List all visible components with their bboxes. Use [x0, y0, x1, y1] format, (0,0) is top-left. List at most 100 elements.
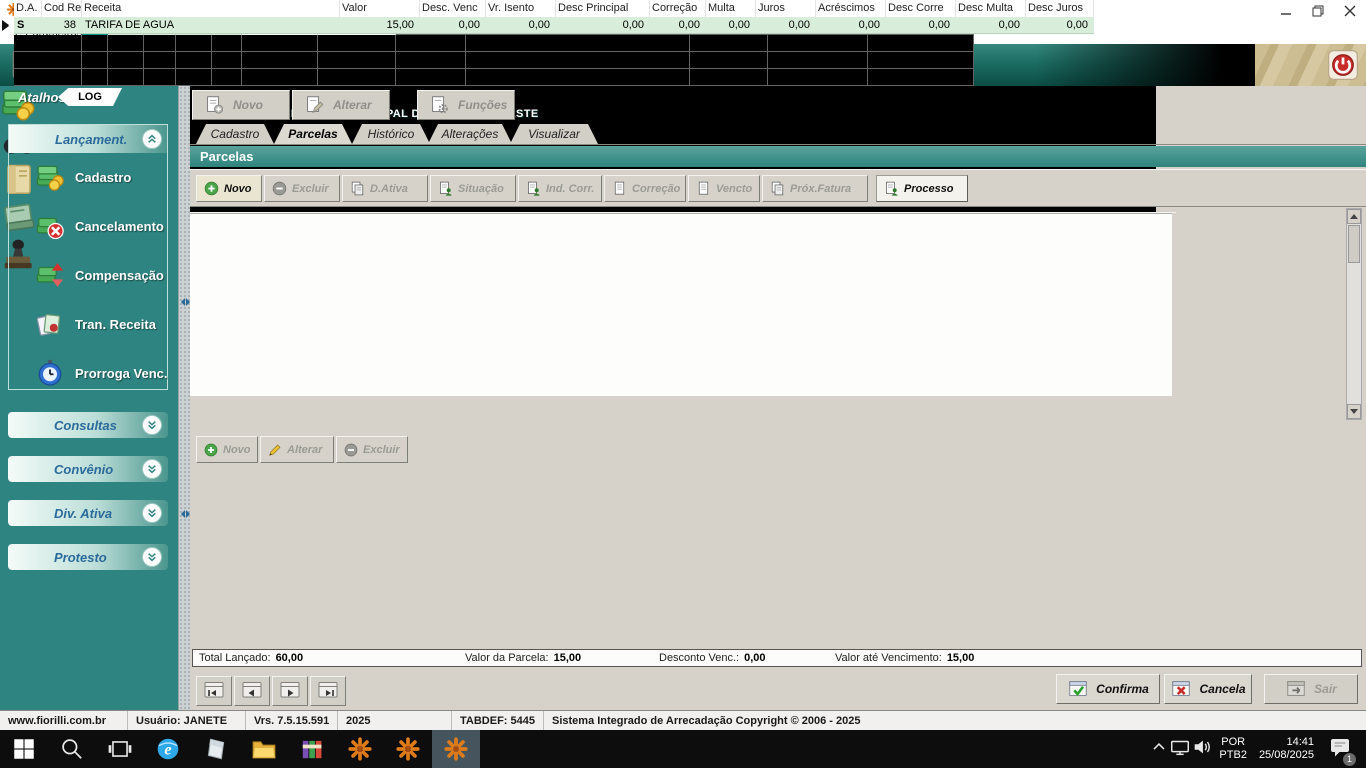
tab-cadastro[interactable]: Cadastro: [196, 124, 274, 144]
novo-button[interactable]: Novo: [192, 90, 290, 120]
parcelas-vencto-button[interactable]: Vencto: [688, 175, 760, 202]
fun-es-button[interactable]: Funções: [417, 90, 515, 120]
grid-cell-empty: [318, 52, 396, 69]
grid-scrollbar[interactable]: [1346, 208, 1362, 420]
fiorilli-app-icon-2[interactable]: [384, 730, 432, 768]
internet-explorer-icon-glyph: e: [155, 736, 181, 762]
section-expand-button[interactable]: [142, 503, 162, 523]
grid-cell-empty: [768, 52, 868, 69]
sidebar-item-cadastro[interactable]: Cadastro: [9, 154, 167, 200]
speaker-icon[interactable]: [1191, 736, 1213, 763]
fiorilli-app-icon-3[interactable]: [432, 730, 480, 768]
sidebar-item-cancelamento[interactable]: Cancelamento: [9, 203, 167, 249]
section-expand-button[interactable]: [142, 547, 162, 567]
fiorilli-app-icon-2-glyph: [395, 736, 421, 762]
internet-explorer-icon[interactable]: e: [144, 730, 192, 768]
receitas-novo-button[interactable]: Novo: [196, 436, 258, 463]
sair-button[interactable]: Sair: [1264, 674, 1358, 704]
grid-cell: 0,00: [420, 17, 486, 34]
sidebar-item-prorroga-venc-[interactable]: Prorroga Venc.: [9, 350, 167, 396]
grid-cell-empty: [82, 35, 108, 52]
app-glass-icon[interactable]: [192, 730, 240, 768]
parcelas-corre-o-button[interactable]: Correção: [604, 175, 686, 202]
network-icon[interactable]: [1169, 736, 1191, 763]
section-expand-button[interactable]: [142, 459, 162, 479]
tab-parcelas[interactable]: Parcelas: [274, 124, 352, 144]
clock[interactable]: 14:4125/08/2025: [1259, 736, 1314, 762]
minus-circle-icon: [271, 180, 288, 197]
nav-first-button[interactable]: [196, 676, 232, 706]
fiorilli-app-icon-1[interactable]: [336, 730, 384, 768]
sidebar-splitter[interactable]: [178, 86, 190, 710]
button-label: Processo: [904, 183, 954, 195]
grid-cell-empty: [176, 35, 212, 52]
tab-altera-es[interactable]: Alterações: [428, 124, 512, 144]
receitas-alterar-button[interactable]: Alterar: [260, 436, 334, 463]
parcelas-d-ativa-button[interactable]: D.Ativa: [342, 175, 428, 202]
column-header: Receita: [82, 0, 340, 17]
alterar-button[interactable]: Alterar: [292, 90, 390, 120]
tab-visualizar[interactable]: Visualizar: [510, 124, 598, 144]
task-view-button[interactable]: [96, 730, 144, 768]
tab-hist-rico[interactable]: Histórico: [352, 124, 430, 144]
status-bar: www.fiorilli.com.brUsuário: JANETEVrs. 7…: [0, 710, 1366, 730]
search-button[interactable]: [48, 730, 96, 768]
page-icon: [611, 180, 628, 197]
parcelas-excluir-button[interactable]: Excluir: [264, 175, 340, 202]
total-item: Valor até Vencimento: 15,00: [835, 652, 974, 664]
scroll-up-button[interactable]: [1347, 209, 1361, 224]
sidebar-item-tran-receita[interactable]: Tran. Receita: [9, 301, 167, 347]
cancela-button[interactable]: Cancela: [1164, 674, 1252, 704]
file-explorer-icon[interactable]: [240, 730, 288, 768]
tray-chevron-up-icon[interactable]: [1149, 737, 1169, 762]
grid-cell-empty: [690, 35, 768, 52]
scroll-down-button[interactable]: [1347, 404, 1361, 419]
collapse-group-button[interactable]: [142, 129, 162, 149]
button-label: Alterar: [333, 98, 372, 112]
grid-cell: 0,00: [886, 17, 956, 34]
restore-button[interactable]: [1302, 0, 1334, 22]
sidebar-item-compensa-o[interactable]: Compensação: [9, 252, 167, 298]
grid-cell: 0,00: [1026, 17, 1094, 34]
window-controls: [1270, 0, 1366, 22]
grid-cell-empty: [212, 35, 242, 52]
grid-cell: 0,00: [816, 17, 886, 34]
search-button-glyph: [59, 736, 85, 762]
nav-next-button[interactable]: [272, 676, 308, 706]
start-button-glyph: [11, 736, 37, 762]
minimize-button[interactable]: [1270, 0, 1302, 22]
section-expand-button[interactable]: [142, 415, 162, 435]
parcelas-ind-corr--button[interactable]: Ind. Corr.: [518, 175, 602, 202]
button-label: Sair: [1314, 682, 1337, 696]
grid-cell-empty: [176, 52, 212, 69]
parcelas-processo-button[interactable]: Processo: [876, 175, 968, 202]
grid-cell-empty: [144, 69, 176, 86]
start-button[interactable]: [0, 730, 48, 768]
close-button[interactable]: [1334, 0, 1366, 22]
power-glyph: [1328, 50, 1358, 80]
parcelas-novo-button[interactable]: Novo: [196, 175, 262, 202]
button-label: Funções: [458, 98, 507, 112]
scroll-thumb[interactable]: [1348, 225, 1360, 263]
grid-cell-empty: [768, 35, 868, 52]
status-segment: 2025: [338, 711, 452, 731]
chevron-double-down-icon: [144, 417, 160, 433]
grid-cell-empty: [868, 69, 974, 86]
launch-group-title: Lançament.: [55, 132, 127, 147]
nav-last-button[interactable]: [310, 676, 346, 706]
status-segment: www.fiorilli.com.br: [0, 711, 128, 731]
power-button[interactable]: [1328, 50, 1358, 85]
grid-cell-empty: [396, 52, 466, 69]
receitas-excluir-button[interactable]: Excluir: [336, 436, 408, 463]
nav-prev-button[interactable]: [234, 676, 270, 706]
parcelas-situa-o-button[interactable]: Situação: [430, 175, 516, 202]
notification-center-icon[interactable]: 1: [1328, 735, 1352, 764]
confirma-button[interactable]: Confirma: [1056, 674, 1160, 704]
total-value: 15,00: [947, 652, 975, 664]
doc-edit-icon: [303, 94, 325, 116]
log-tab[interactable]: LOG: [58, 88, 122, 106]
parcelas-pr-x-fatura-button[interactable]: Próx.Fatura: [762, 175, 868, 202]
total-label: Valor até Vencimento:: [835, 652, 942, 664]
winrar-icon[interactable]: [288, 730, 336, 768]
language-indicator[interactable]: PORPTB2: [1219, 736, 1247, 762]
